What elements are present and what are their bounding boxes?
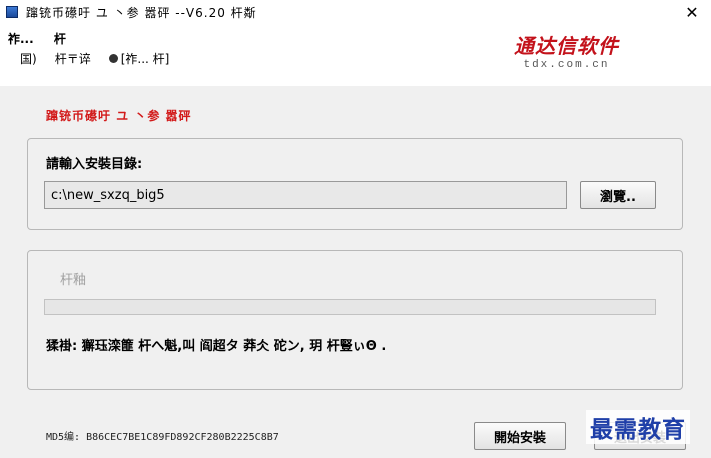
menu-title-2: 杆 bbox=[53, 32, 66, 46]
close-icon: ✕ bbox=[685, 2, 699, 22]
title-bar: 蹿铳币礤吁 ユ 丶参 嚣砰 --V6.20 杆斴 ✕ bbox=[0, 0, 711, 24]
md5-text: MD5编: B86CEC7BE1C89FD892CF280B2225C8B7 bbox=[46, 432, 279, 443]
section-title: 蹿铳币礤吁 ユ 丶参 嚣砰 bbox=[46, 109, 192, 123]
logo-main-text: 通达信软件 bbox=[514, 34, 619, 58]
browse-button[interactable]: 瀏覽.. bbox=[580, 181, 656, 209]
menu-title: 祚... 杆 bbox=[8, 30, 82, 47]
menu-item-third[interactable]: [祚... 杆] bbox=[108, 50, 170, 67]
install-dir-group: 請輸入安裝目錄: 瀏覽.. bbox=[27, 138, 683, 230]
install-info-text: 猱褂: 獬珏滦篚 杆へ魁,叫 阎超タ 莽仌 砣ン, 玥 杆豎ぃΘ . bbox=[46, 339, 387, 354]
menu-items: 国) 杆〒谇 [祚... 杆] bbox=[20, 50, 187, 67]
close-button[interactable]: ✕ bbox=[679, 1, 705, 23]
logo-url-text: tdx.com.cn bbox=[523, 59, 610, 71]
window-title: 蹿铳币礤吁 ユ 丶参 嚣砰 --V6.20 杆斴 bbox=[26, 5, 257, 20]
menu-item-third-label: [祚... 杆] bbox=[120, 52, 170, 66]
brand-logo: 通达信软件 tdx.com.cn bbox=[514, 30, 619, 71]
menu-item-second[interactable]: 杆〒谇 bbox=[55, 50, 91, 67]
menu-item-country[interactable]: 国) bbox=[20, 50, 37, 67]
radio-dot-icon bbox=[108, 54, 118, 63]
install-dir-label: 請輸入安裝目錄: bbox=[46, 157, 143, 172]
start-install-button[interactable]: 開始安裝 bbox=[474, 422, 566, 450]
progress-group: 杆釉 猱褂: 獬珏滦篚 杆へ魁,叫 阎超タ 莽仌 砣ン, 玥 杆豎ぃΘ . bbox=[27, 250, 683, 390]
app-icon bbox=[6, 6, 18, 18]
header-panel: 祚... 杆 国) 杆〒谇 [祚... 杆] 通达信软件 tdx.com.cn bbox=[0, 24, 711, 86]
install-path-input[interactable] bbox=[44, 181, 567, 209]
watermark-logo: 最需教育 bbox=[586, 410, 690, 444]
progress-label: 杆釉 bbox=[60, 273, 87, 288]
progress-bar bbox=[44, 299, 656, 315]
menu-title-1: 祚... bbox=[8, 32, 34, 46]
